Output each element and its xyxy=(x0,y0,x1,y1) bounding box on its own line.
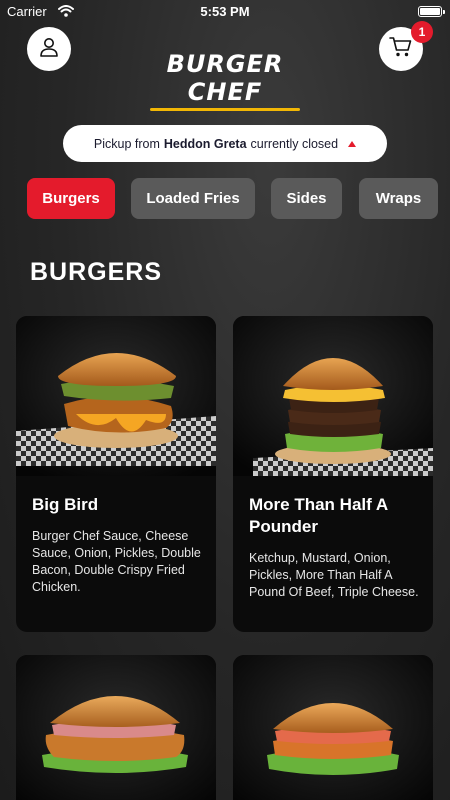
burger-image xyxy=(16,316,216,476)
menu-item-card[interactable]: More Than Half A Pounder Ketchup, Mustar… xyxy=(233,316,433,632)
logo-text: BURGER CHEF xyxy=(166,50,284,106)
burger-image xyxy=(233,316,433,476)
item-name: More Than Half A Pounder xyxy=(249,495,388,536)
category-tabs: Burgers Loaded Fries Sides Wraps xyxy=(27,178,450,219)
item-description: Ketchup, Mustard, Onion, Pickles, More T… xyxy=(249,551,419,599)
section-title: BURGERS xyxy=(30,258,163,286)
burger-image xyxy=(16,655,216,800)
profile-button[interactable] xyxy=(27,27,71,71)
pickup-status: currently closed xyxy=(250,136,339,151)
menu-item-card[interactable] xyxy=(16,655,216,800)
cart-button[interactable]: 1 xyxy=(379,21,433,71)
clock: 5:53 PM xyxy=(200,4,250,19)
item-name: Big Bird xyxy=(32,495,99,514)
pickup-location: Heddon Greta xyxy=(163,136,247,151)
tab-label: Wraps xyxy=(375,190,422,207)
user-icon xyxy=(38,36,60,63)
cart-icon xyxy=(389,36,413,63)
tab-sides[interactable]: Sides xyxy=(271,178,342,219)
tab-wraps[interactable]: Wraps xyxy=(359,178,438,219)
burger-image xyxy=(233,655,433,800)
pickup-prefix: Pickup from xyxy=(93,136,160,151)
tab-label: Loaded Fries xyxy=(146,190,240,207)
battery-icon xyxy=(418,6,445,17)
battery-level xyxy=(420,8,440,15)
cart-count-badge: 1 xyxy=(411,21,433,43)
status-bar: Carrier 5:53 PM xyxy=(0,0,450,24)
menu-item-card[interactable] xyxy=(233,655,433,800)
brand-logo: BURGER CHEF xyxy=(140,50,310,111)
logo-underline xyxy=(150,108,300,111)
tab-label: Sides xyxy=(286,190,327,207)
menu-item-card[interactable]: Big Bird Burger Chef Sauce, Cheese Sauce… xyxy=(16,316,216,632)
tab-burgers[interactable]: Burgers xyxy=(27,178,115,219)
item-description: Burger Chef Sauce, Cheese Sauce, Onion, … xyxy=(32,529,201,594)
pickup-location-selector[interactable]: Pickup from Heddon Greta currently close… xyxy=(63,125,387,162)
tab-label: Burgers xyxy=(42,190,100,207)
tab-loaded-fries[interactable]: Loaded Fries xyxy=(131,178,255,219)
caret-up-icon xyxy=(348,140,357,147)
